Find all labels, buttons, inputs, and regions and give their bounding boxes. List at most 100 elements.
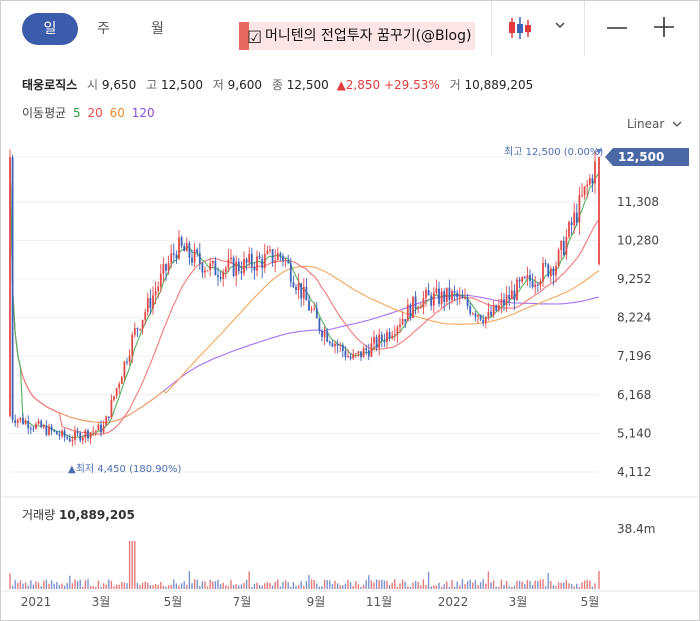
volume-bar [222, 582, 224, 589]
candle-body [456, 292, 459, 298]
x-tick-label: 7월 [233, 595, 252, 609]
candle-body [45, 425, 48, 435]
volume-bar [524, 584, 526, 589]
last-price-label: 12,500 [618, 150, 664, 164]
candle-body [165, 264, 167, 271]
volume-bar [14, 580, 16, 589]
volume-bar [102, 583, 105, 589]
volume-bar [167, 585, 170, 589]
volume-bar [321, 586, 323, 589]
volume-bar [136, 583, 139, 589]
volume-bar [482, 579, 484, 589]
volume-bar [440, 586, 443, 589]
volume-bar [368, 575, 370, 589]
volume-bar [331, 583, 334, 589]
volume-bar [336, 583, 339, 589]
volume-bar [503, 585, 505, 589]
candle-body [448, 287, 451, 301]
candle-body [185, 243, 188, 252]
candle-body [323, 331, 326, 337]
price-chart[interactable]: 11,308 10,280 9,252 8,224 7,196 6,168 5,140 4,1… [1, 1, 699, 620]
candle-body [300, 283, 303, 299]
volume-bar [180, 583, 183, 589]
candle-body [331, 343, 334, 347]
volume-bar [427, 571, 430, 589]
volume-bar [529, 581, 531, 589]
candle-body [284, 260, 287, 262]
candle-body [87, 430, 89, 439]
candle-body [24, 421, 27, 425]
candle-body [261, 258, 264, 269]
candle-body [526, 274, 529, 278]
volume-bar [61, 583, 63, 589]
candle-body [289, 263, 292, 283]
volume-bar [352, 585, 354, 589]
candle-body [510, 290, 513, 300]
candle-body [492, 305, 495, 316]
volume-bar [191, 583, 193, 589]
candle-body [557, 249, 560, 266]
candle-body [170, 253, 173, 263]
x-tick-label: 3월 [509, 595, 528, 609]
candle-body [9, 157, 11, 417]
candle-body [565, 236, 568, 255]
volume-bar [544, 586, 547, 589]
volume-bar [490, 582, 492, 589]
candle-body [518, 279, 521, 282]
candle-body [471, 313, 474, 315]
candle-body [490, 311, 492, 316]
volume-bar [323, 579, 326, 589]
candle-body [16, 419, 19, 424]
volume-bar [43, 580, 45, 589]
candle-body [188, 243, 191, 258]
volume-bar [498, 586, 500, 589]
candle-body [201, 263, 204, 273]
volume-bar [121, 582, 123, 589]
candle-body [583, 186, 586, 196]
candle-body [89, 432, 92, 439]
candle-body [126, 361, 128, 363]
candle-body [552, 268, 555, 276]
volume-bar [388, 585, 391, 589]
volume-bar [563, 582, 565, 589]
candle-body [326, 331, 329, 342]
volume-bar [417, 581, 419, 589]
volume-bar [147, 582, 149, 589]
x-tick-label: 5월 [164, 595, 183, 609]
volume-bar [485, 583, 487, 589]
candle-body [232, 257, 235, 276]
candle-body [48, 426, 50, 435]
volume-bar [430, 586, 432, 589]
candle-body [113, 396, 115, 400]
volume-bar [391, 582, 393, 589]
volume-bar [560, 582, 562, 589]
candle-body [396, 327, 399, 335]
candle-body [243, 259, 245, 274]
candle-body [198, 252, 201, 264]
candle-body [287, 260, 290, 264]
candle-body [461, 295, 464, 299]
volume-bar [204, 581, 206, 589]
candle-body [570, 222, 573, 226]
volume-bar [425, 585, 427, 589]
volume-bar [360, 586, 362, 589]
volume-bar [271, 585, 274, 589]
candle-body [230, 257, 232, 260]
candle-body [211, 260, 214, 264]
volume-bar [518, 580, 521, 589]
volume-bar [401, 579, 404, 589]
volume-bar [235, 584, 237, 589]
volume-bar [295, 585, 297, 589]
candle-body [341, 344, 344, 351]
candle-body [61, 430, 63, 436]
volume-bar [53, 583, 55, 589]
candle-body [391, 335, 394, 339]
volume-bar [308, 575, 310, 589]
volume-bar [557, 582, 560, 589]
candle-body [386, 332, 388, 343]
volume-bar [170, 584, 172, 589]
candle-body [536, 284, 539, 286]
candle-body [74, 431, 76, 441]
volume-bar [373, 582, 375, 589]
candle-body [191, 257, 193, 263]
